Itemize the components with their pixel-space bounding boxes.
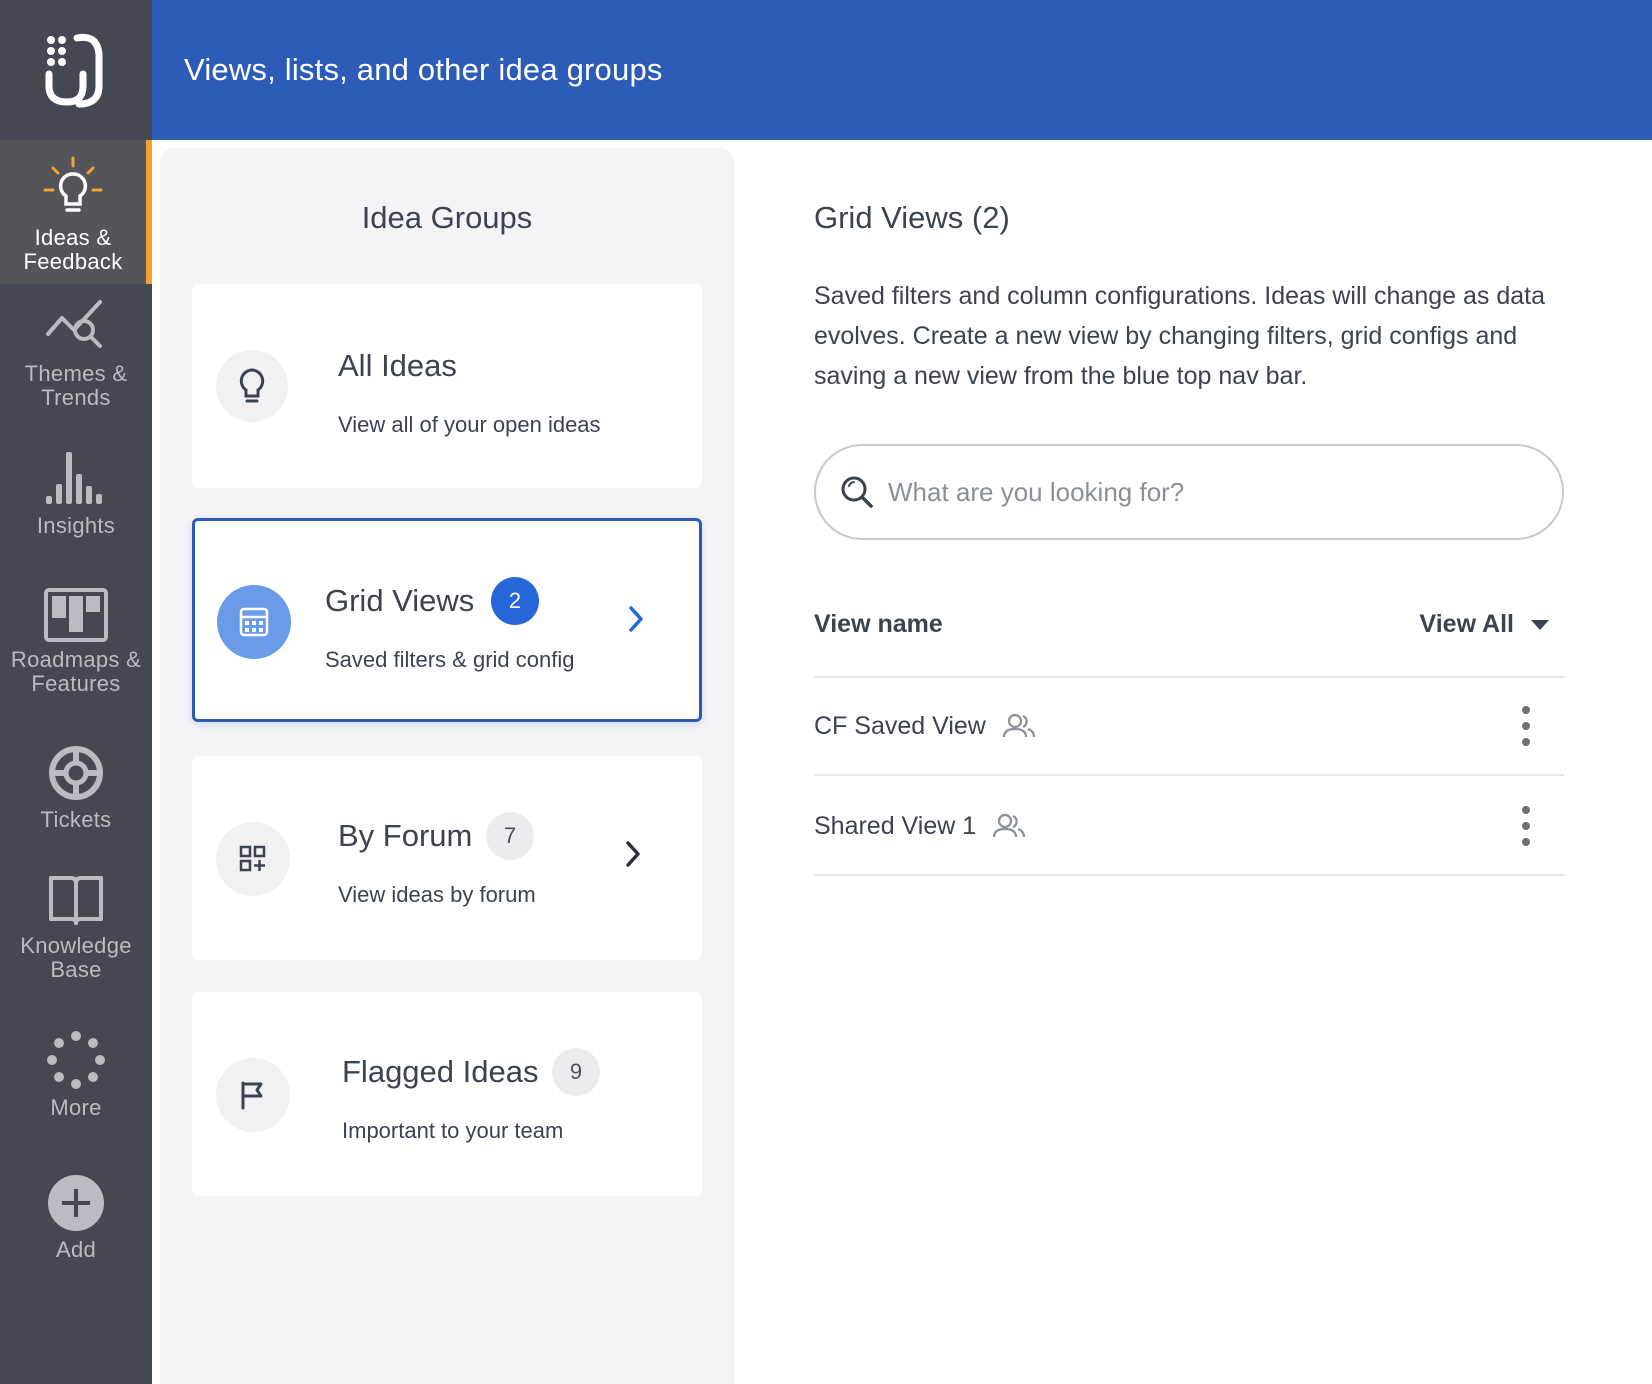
count-badge: 9 bbox=[552, 1048, 600, 1096]
nav-roadmaps-features[interactable]: Roadmaps & Features bbox=[0, 588, 152, 696]
lightbulb-icon bbox=[239, 368, 265, 403]
view-all-dropdown[interactable]: View All bbox=[1420, 610, 1550, 639]
view-name[interactable]: CF Saved View bbox=[814, 712, 986, 741]
column-header-view-name: View name bbox=[814, 610, 943, 638]
nav-label: More bbox=[50, 1095, 102, 1120]
app-logo[interactable] bbox=[0, 0, 152, 140]
plus-icon bbox=[48, 1175, 104, 1231]
nav-label: Add bbox=[55, 1237, 97, 1262]
nav-more[interactable]: More bbox=[0, 1030, 152, 1120]
count-badge: 7 bbox=[486, 812, 534, 860]
chevron-right-icon bbox=[629, 606, 643, 632]
view-all-label: View All bbox=[1419, 610, 1514, 638]
nav-rail: Ideas & Feedback Themes & Trends Insight… bbox=[0, 0, 152, 1384]
lightbulb-icon bbox=[43, 156, 103, 212]
chevron-right-icon bbox=[626, 841, 640, 867]
nav-insights[interactable]: Insights bbox=[0, 450, 152, 538]
nav-knowledge-base[interactable]: Knowledge Base bbox=[0, 874, 152, 982]
search-box[interactable] bbox=[814, 444, 1564, 540]
group-card-all-ideas[interactable]: All Ideas View all of your open ideas bbox=[192, 284, 702, 488]
page-title: Views, lists, and other idea groups bbox=[184, 52, 663, 87]
card-icon-wrap bbox=[217, 585, 291, 659]
caret-down-icon bbox=[1531, 619, 1549, 630]
group-card-flagged-ideas[interactable]: Flagged Ideas 9 Important to your team bbox=[192, 992, 702, 1196]
card-title: By Forum bbox=[338, 818, 473, 853]
idea-groups-title: Idea Groups bbox=[361, 200, 533, 235]
nav-add[interactable]: Add bbox=[0, 1174, 152, 1262]
card-title: Grid Views bbox=[325, 583, 475, 618]
nav-label: Insights bbox=[36, 513, 116, 538]
bar-chart-icon bbox=[46, 452, 102, 504]
row-more-menu-icon[interactable] bbox=[1516, 806, 1536, 846]
logo-icon bbox=[45, 33, 103, 108]
card-icon-wrap bbox=[216, 350, 288, 422]
card-icon-wrap bbox=[216, 1058, 290, 1132]
nav-ideas-feedback[interactable]: Ideas & Feedback bbox=[0, 140, 152, 284]
count-badge: 2 bbox=[491, 577, 539, 625]
view-name[interactable]: Shared View 1 bbox=[814, 812, 976, 841]
card-description: Important to your team bbox=[342, 1118, 564, 1143]
shared-users-icon-wrap bbox=[992, 813, 1026, 839]
search-input[interactable] bbox=[888, 476, 1488, 508]
idea-groups-panel: Idea Groups All Ideas View all of your o… bbox=[160, 148, 734, 1384]
trend-search-icon bbox=[46, 300, 102, 348]
views-list-header: View name View All bbox=[814, 596, 1564, 678]
card-icon-wrap bbox=[216, 822, 290, 896]
row-more-menu-icon[interactable] bbox=[1516, 706, 1536, 746]
dots-circle-icon bbox=[47, 1031, 105, 1089]
card-description: View ideas by forum bbox=[338, 882, 536, 907]
roadmap-icon bbox=[44, 588, 108, 642]
nav-label: Knowledge Base bbox=[20, 933, 132, 982]
nav-label: Themes & Trends bbox=[24, 361, 128, 410]
nav-label: Roadmaps & Features bbox=[10, 647, 142, 696]
lifebuoy-icon bbox=[49, 746, 103, 800]
shared-users-icon-wrap bbox=[1002, 713, 1036, 739]
nav-tickets[interactable]: Tickets bbox=[0, 744, 152, 832]
grid-calculator-icon bbox=[239, 607, 269, 637]
book-icon bbox=[49, 876, 103, 925]
flag-icon bbox=[241, 1081, 263, 1110]
group-card-grid-views[interactable]: Grid Views 2 Saved filters & grid config bbox=[192, 518, 702, 722]
search-icon bbox=[841, 476, 873, 508]
view-row[interactable]: Shared View 1 bbox=[814, 778, 1564, 876]
top-header: Views, lists, and other idea groups bbox=[152, 0, 1652, 140]
apps-add-icon bbox=[239, 845, 266, 872]
card-title: All Ideas bbox=[338, 348, 457, 383]
nav-themes-trends[interactable]: Themes & Trends bbox=[0, 296, 152, 410]
group-card-by-forum[interactable]: By Forum 7 View ideas by forum bbox=[192, 756, 702, 960]
shared-users-icon bbox=[993, 813, 1026, 838]
card-description: View all of your open ideas bbox=[338, 412, 601, 437]
section-title: Grid Views (2) bbox=[814, 200, 1010, 235]
shared-users-icon bbox=[1002, 713, 1035, 738]
card-title: Flagged Ideas bbox=[342, 1054, 539, 1089]
nav-label: Tickets bbox=[40, 807, 112, 832]
view-row[interactable]: CF Saved View bbox=[814, 678, 1564, 776]
card-description: Saved filters & grid config bbox=[325, 647, 575, 672]
nav-label: Ideas & Feedback bbox=[23, 225, 123, 274]
section-description: Saved filters and column configurations.… bbox=[814, 282, 1545, 390]
